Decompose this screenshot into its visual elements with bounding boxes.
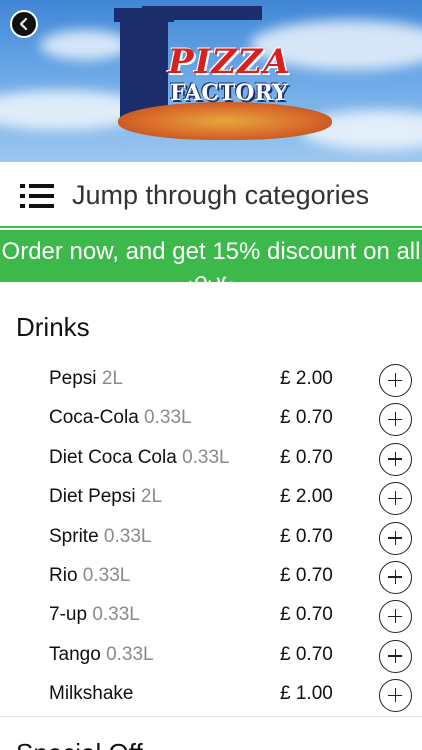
drinks-list: Pepsi 2L £ 2.00 Coca-Cola 0.33L £ 0.70 D… bbox=[0, 360, 422, 715]
menu-item: Rio 0.33L £ 0.70 bbox=[0, 557, 422, 596]
item-name: Tango 0.33L bbox=[49, 643, 154, 665]
item-price: £ 0.70 bbox=[280, 446, 333, 468]
plus-circle-icon[interactable] bbox=[379, 521, 412, 555]
logo-word-pizza: PIZZA bbox=[168, 42, 291, 82]
plus-circle-icon[interactable] bbox=[379, 560, 412, 594]
plus-circle-icon[interactable] bbox=[379, 600, 412, 634]
item-price: £ 0.70 bbox=[280, 643, 333, 665]
back-button[interactable] bbox=[10, 10, 38, 38]
item-size: 2L bbox=[140, 486, 163, 508]
item-size: 2L bbox=[101, 368, 123, 389]
item-name: Pepsi 2L bbox=[49, 368, 123, 389]
menu-item: Sprite 0.33L £ 0.70 bbox=[0, 518, 422, 557]
item-size: 0.33L bbox=[103, 525, 152, 547]
item-name: Diet Pepsi 2L bbox=[49, 486, 163, 508]
menu-item: Milkshake £ 1.00 bbox=[0, 675, 422, 714]
item-price: £ 2.00 bbox=[280, 486, 333, 508]
pizza-factory-logo: PIZZA FACTORY bbox=[112, 6, 334, 140]
item-price: £ 0.70 bbox=[280, 564, 333, 586]
menu-item: Coca-Cola 0.33L £ 0.70 bbox=[0, 399, 422, 438]
section-title-drinks: Drinks bbox=[16, 312, 90, 342]
item-size: 0.33L bbox=[182, 446, 230, 468]
header-banner: PIZZA FACTORY bbox=[0, 0, 422, 162]
menu-item: Tango 0.33L £ 0.70 bbox=[0, 636, 422, 675]
item-price: £ 2.00 bbox=[280, 368, 333, 389]
menu-item: Diet Coca Cola 0.33L £ 0.70 bbox=[0, 439, 422, 478]
item-size: 0.33L bbox=[144, 407, 192, 429]
plus-circle-icon[interactable] bbox=[379, 442, 412, 476]
item-name: Milkshake bbox=[49, 683, 134, 705]
item-price: £ 1.00 bbox=[280, 683, 333, 705]
item-price: £ 0.70 bbox=[280, 604, 333, 626]
plus-circle-icon[interactable] bbox=[379, 679, 412, 713]
item-name: Sprite 0.33L bbox=[49, 525, 152, 547]
logo-word-factory: FACTORY bbox=[170, 80, 288, 106]
plus-circle-icon[interactable] bbox=[379, 403, 412, 437]
menu-item: 7-up 0.33L £ 0.70 bbox=[0, 596, 422, 635]
plus-circle-icon[interactable] bbox=[379, 639, 412, 673]
item-size: 0.33L bbox=[82, 564, 131, 586]
back-arrow-icon bbox=[19, 17, 28, 31]
jump-categories-label: Jump through categories bbox=[72, 180, 370, 210]
section-title-special-offers: Special Off... bbox=[16, 738, 164, 750]
menu-item: Diet Pepsi 2L £ 2.00 bbox=[0, 478, 422, 517]
item-price: £ 0.70 bbox=[280, 407, 333, 429]
plus-circle-icon[interactable] bbox=[379, 364, 412, 397]
section-divider bbox=[0, 716, 422, 717]
item-name: Rio 0.33L bbox=[49, 564, 131, 586]
promo-zigzag-edge bbox=[0, 268, 422, 282]
menu-item: Pepsi 2L £ 2.00 bbox=[0, 360, 422, 399]
item-name: Coca-Cola 0.33L bbox=[49, 407, 192, 429]
plus-circle-icon[interactable] bbox=[379, 482, 412, 516]
item-name: 7-up 0.33L bbox=[49, 604, 140, 626]
item-name: Diet Coca Cola 0.33L bbox=[49, 446, 230, 468]
item-size: 0.33L bbox=[92, 604, 140, 626]
item-price: £ 0.70 bbox=[280, 525, 333, 547]
list-icon bbox=[20, 184, 54, 208]
item-size: 0.33L bbox=[106, 643, 154, 665]
jump-categories-bar[interactable]: Jump through categories bbox=[0, 162, 422, 228]
